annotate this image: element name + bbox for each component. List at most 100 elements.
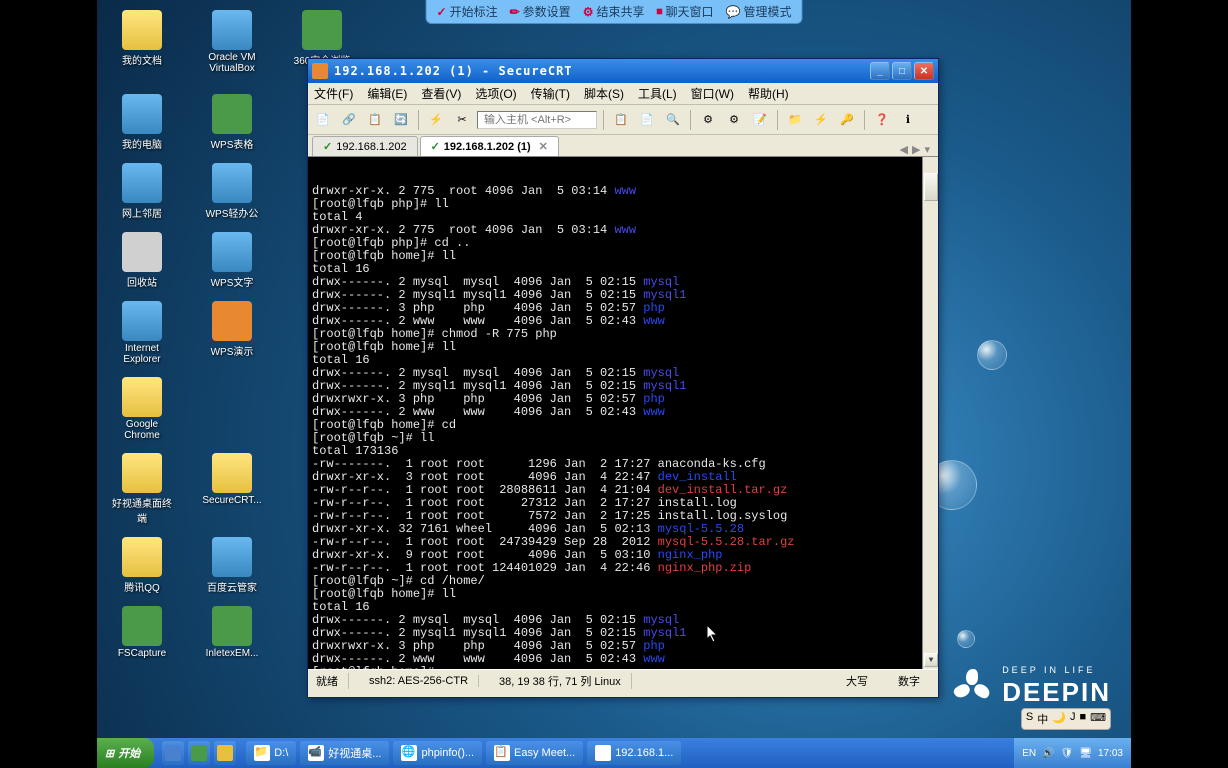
quick-launch-360[interactable]	[188, 741, 210, 765]
terminal-output[interactable]: drwxr-xr-x. 2 775 root 4096 Jan 5 03:14 …	[308, 157, 938, 669]
mouse-cursor	[707, 625, 719, 643]
minimize-button[interactable]: _	[870, 62, 890, 80]
menu-文件F[interactable]: 文件(F)	[314, 85, 353, 102]
meeting-tool-0[interactable]: ✓ 开始标注	[437, 3, 498, 20]
status-position: 38, 19 38 行, 71 列 Linux	[499, 673, 632, 689]
ime-button[interactable]: S	[1026, 711, 1033, 727]
desktop-icon-SecureCRT...[interactable]: SecureCRT...	[202, 453, 262, 525]
taskbar-item[interactable]: 📋Easy Meet...	[486, 741, 583, 765]
scroll-down-button[interactable]: ▼	[924, 653, 938, 667]
statusbar: 就绪 ssh2: AES-256-CTR 38, 19 38 行, 71 列 L…	[308, 669, 938, 691]
ime-button[interactable]: J	[1070, 711, 1076, 727]
maximize-button[interactable]: □	[892, 62, 912, 80]
system-tray[interactable]: EN 🔊 🛡 🖥 17:03	[1014, 738, 1131, 768]
tab-status-icon: ✓	[323, 140, 332, 153]
desktop-icon-Oracle VM VirtualBox[interactable]: Oracle VM VirtualBox	[202, 10, 262, 82]
reconnect-icon[interactable]: 🔄	[390, 109, 412, 131]
taskbar-item[interactable]: 📹好视通桌...	[300, 741, 389, 765]
log-icon[interactable]: 📝	[749, 109, 771, 131]
menu-脚本S[interactable]: 脚本(S)	[584, 85, 624, 102]
session-tab[interactable]: ✓192.168.1.202 (1)✕	[420, 136, 559, 156]
copy-icon[interactable]: 📋	[610, 109, 632, 131]
menu-选项O[interactable]: 选项(O)	[475, 85, 516, 102]
taskbar-app-icon: 🖥	[595, 745, 611, 761]
menu-查看V[interactable]: 查看(V)	[421, 85, 461, 102]
start-button[interactable]: ⊞ 开始	[97, 738, 154, 768]
desktop-icon-百度云管家[interactable]: 百度云管家	[202, 537, 262, 594]
scroll-thumb[interactable]	[924, 173, 938, 201]
terminal-line: [root@lfqb php]# ll	[312, 198, 934, 211]
quick-launch-chrome[interactable]	[214, 741, 236, 765]
tray-clock[interactable]: 17:03	[1098, 748, 1123, 759]
desktop-icon-我的文档[interactable]: 我的文档	[112, 10, 172, 82]
quick-connect-icon[interactable]: ⚡	[425, 109, 447, 131]
deepin-logo: DEEP IN LIFE DEEPIN	[952, 665, 1111, 708]
status-num: 数字	[898, 673, 930, 689]
desktop-icon-回收站[interactable]: 回收站	[112, 232, 172, 289]
tray-shield-icon[interactable]: 🛡	[1061, 748, 1074, 759]
tab-prev-icon[interactable]: ◀	[900, 143, 908, 156]
connect-icon[interactable]: 🔗	[338, 109, 360, 131]
tray-volume-icon[interactable]: 🔊	[1042, 748, 1054, 759]
ime-button[interactable]: ⌨	[1090, 711, 1106, 727]
menu-编辑E[interactable]: 编辑(E)	[367, 85, 407, 102]
global-options-icon[interactable]: ⚙	[723, 109, 745, 131]
desktop-icon-Google Chrome[interactable]: Google Chrome	[112, 377, 172, 441]
desktop-icon-InletexEM...[interactable]: InletexEM...	[202, 606, 262, 659]
terminal-scrollbar[interactable]: ▲ ▼	[922, 157, 938, 669]
status-ready: 就绪	[316, 673, 349, 689]
host-input[interactable]	[477, 111, 597, 129]
ime-button[interactable]: 🌙	[1052, 711, 1066, 727]
about-icon[interactable]: ℹ	[897, 109, 919, 131]
close-button[interactable]: ✕	[914, 62, 934, 80]
menu-传输T[interactable]: 传输(T)	[531, 85, 570, 102]
taskbar-item[interactable]: 📁D:\	[246, 741, 296, 765]
meeting-tool-3[interactable]: ⏹ 聊天窗口	[656, 3, 713, 20]
quick-launch-ie[interactable]	[162, 741, 184, 765]
deepin-brand: DEEPIN	[1002, 677, 1111, 707]
paste-icon[interactable]: 📄	[636, 109, 658, 131]
tray-network-icon[interactable]: 🖥	[1079, 748, 1092, 759]
key-icon[interactable]: 🔑	[836, 109, 858, 131]
meeting-tool-1[interactable]: ✏ 参数设置	[510, 3, 571, 20]
desktop-icon-好视通桌面终端[interactable]: 好视通桌面终端	[112, 453, 172, 525]
find-icon[interactable]: 🔍	[662, 109, 684, 131]
desktop-icon-WPS轻办公[interactable]: WPS轻办公	[202, 163, 262, 220]
terminal-line: [root@lfqb home]# ll	[312, 341, 934, 354]
disconnect-icon[interactable]: 📋	[364, 109, 386, 131]
new-session-icon[interactable]: 📄	[312, 109, 334, 131]
menu-帮助H[interactable]: 帮助(H)	[748, 85, 789, 102]
session-tab[interactable]: ✓192.168.1.202	[312, 136, 418, 156]
taskbar-item[interactable]: 🖥192.168.1...	[587, 741, 681, 765]
desktop-icon-WPS表格[interactable]: WPS表格	[202, 94, 262, 151]
print-icon[interactable]: ✂	[451, 109, 473, 131]
tab-menu-icon[interactable]: ▾	[924, 143, 930, 156]
desktop-icon-我的电脑[interactable]: 我的电脑	[112, 94, 172, 151]
ime-button[interactable]: ■	[1079, 711, 1086, 727]
desktop-icon-Internet Explorer[interactable]: Internet Explorer	[112, 301, 172, 365]
ime-button[interactable]: 中	[1037, 711, 1048, 727]
desktop-icon-WPS文字[interactable]: WPS文字	[202, 232, 262, 289]
desktop-icon-腾讯QQ[interactable]: 腾讯QQ	[112, 537, 172, 594]
help-icon[interactable]: ❓	[871, 109, 893, 131]
meeting-tool-2[interactable]: ⚙ 结束共享	[583, 3, 645, 20]
status-caps: 大写	[846, 673, 878, 689]
menu-窗口W[interactable]: 窗口(W)	[691, 85, 734, 102]
tray-lang[interactable]: EN	[1022, 748, 1036, 759]
menu-工具L[interactable]: 工具(L)	[638, 85, 677, 102]
tab-close-icon[interactable]: ✕	[539, 140, 548, 153]
meeting-toolbar: ✓ 开始标注 ✏ 参数设置 ⚙ 结束共享 ⏹ 聊天窗口 💬 管理模式	[426, 0, 803, 24]
tab-next-icon[interactable]: ▶	[912, 143, 920, 156]
meeting-tool-4[interactable]: 💬 管理模式	[726, 3, 792, 20]
titlebar[interactable]: 192.168.1.202 (1) - SecureCRT _ □ ✕	[308, 59, 938, 83]
start-label: 开始	[118, 745, 140, 761]
transfer-icon[interactable]: 📁	[784, 109, 806, 131]
script-icon[interactable]: ⚡	[810, 109, 832, 131]
tab-status-icon: ✓	[431, 140, 440, 153]
session-options-icon[interactable]: ⚙	[697, 109, 719, 131]
ime-indicator[interactable]: S中🌙J■⌨	[1021, 708, 1111, 730]
taskbar-item[interactable]: 🌐phpinfo()...	[393, 741, 482, 765]
desktop-icon-WPS演示[interactable]: WPS演示	[202, 301, 262, 365]
desktop-icon-FSCapture[interactable]: FSCapture	[112, 606, 172, 659]
desktop-icon-网上邻居[interactable]: 网上邻居	[112, 163, 172, 220]
